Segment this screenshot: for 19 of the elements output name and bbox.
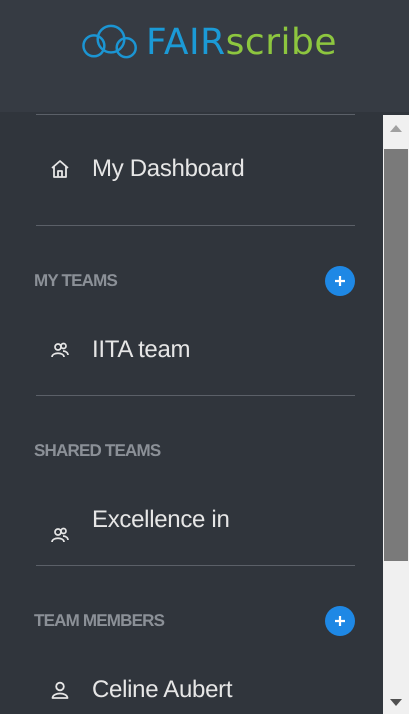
scroll-down-icon[interactable]	[390, 699, 402, 706]
people-icon	[50, 525, 70, 542]
home-icon	[50, 159, 70, 179]
section-title: SHARED TEAMS	[34, 441, 160, 461]
team-item[interactable]: IITA team	[50, 331, 383, 369]
person-icon	[50, 680, 70, 700]
nav-item[interactable]: My Dashboard	[50, 150, 244, 188]
section-title: MY TEAMS	[34, 271, 118, 291]
team-item[interactable]: Celine Aubert	[50, 671, 383, 709]
team-item[interactable]: Excellence in	[50, 501, 383, 539]
section-title: TEAM MEMBERS	[34, 611, 164, 631]
plus-icon	[334, 275, 346, 287]
add-button[interactable]	[325, 606, 355, 636]
add-button[interactable]	[325, 266, 355, 296]
people-icon	[50, 340, 70, 360]
scrollbar[interactable]	[383, 115, 409, 714]
plus-icon	[334, 615, 346, 627]
scrollbar-thumb[interactable]	[384, 149, 408, 561]
app-logo: FAIRscribe	[146, 22, 338, 62]
